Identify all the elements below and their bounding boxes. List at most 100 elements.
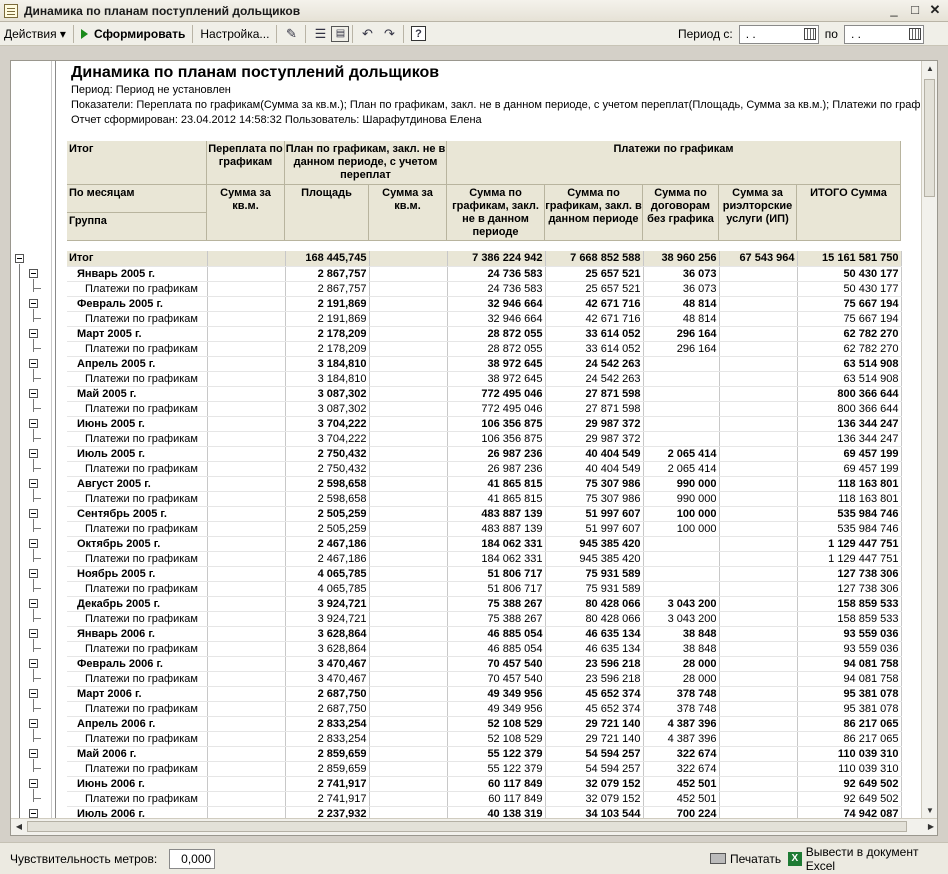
month-row[interactable]: Август 2005 г. 2 598,658 41 865 815 75 307 … (67, 476, 902, 492)
collapse-icon[interactable] (29, 629, 38, 638)
detail-row[interactable]: Платежи по графикам 4 065,785 51 806 717 75… (67, 581, 902, 597)
scroll-right-icon[interactable]: ▶ (923, 819, 937, 835)
detail-row[interactable]: Платежи по графикам 2 867,757 24 736 583 25… (67, 281, 902, 297)
print-button[interactable]: Печатать (710, 852, 781, 866)
excel-export-button[interactable]: X Вывести в документ Excel (788, 845, 948, 873)
month-row[interactable]: Июль 2005 г. 2 750,432 26 987 236 40 404 54… (67, 446, 902, 462)
month-row[interactable]: Январь 2006 г. 3 628,864 46 885 054 46 635 … (67, 626, 902, 642)
month-row[interactable]: Декабрь 2005 г. 3 924,721 75 388 267 80 428… (67, 596, 902, 612)
scroll-thumb[interactable] (27, 821, 907, 832)
detail-row[interactable]: Платежи по графикам 3 924,721 75 388 267 80… (67, 611, 902, 627)
table-cell: 51 806 717 (447, 581, 546, 597)
month-row[interactable]: Июнь 2006 г. 2 741,917 60 117 849 32 079 15… (67, 776, 902, 792)
month-row[interactable]: Май 2005 г. 3 087,302 772 495 046 27 871 59… (67, 386, 902, 402)
table-cell (207, 731, 286, 747)
month-row[interactable]: Февраль 2006 г. 3 470,467 70 457 540 23 596… (67, 656, 902, 672)
collapse-icon[interactable] (29, 479, 38, 488)
table-cell: 52 108 529 (447, 716, 546, 732)
month-row[interactable]: Март 2005 г. 2 178,209 28 872 055 33 614 05… (67, 326, 902, 342)
horizontal-scrollbar[interactable]: ◀ ▶ (11, 818, 937, 835)
table-cell (719, 506, 798, 522)
collapse-icon[interactable] (29, 359, 38, 368)
collapse-icon[interactable] (29, 599, 38, 608)
collapse-icon[interactable] (29, 659, 38, 668)
detail-row[interactable]: Платежи по графикам 2 741,917 60 117 849 32… (67, 791, 902, 807)
collapse-icon[interactable] (29, 389, 38, 398)
table-cell: 4 387 396 (643, 731, 720, 747)
generate-button[interactable]: Сформировать (77, 24, 189, 44)
total-row[interactable]: Итог 168 445,745 7 386 224 942 7 668 852 58… (67, 251, 902, 267)
table-cell: 800 366 644 (797, 401, 902, 417)
maximize-button[interactable]: □ (906, 2, 924, 19)
detail-row[interactable]: Платежи по графикам 2 833,254 52 108 529 29… (67, 731, 902, 747)
edit-icon[interactable]: ✎ (280, 24, 302, 44)
calendar-icon[interactable] (908, 28, 921, 40)
report-area[interactable]: Динамика по планам поступлений дольщиков… (10, 60, 938, 836)
detail-row[interactable]: Платежи по графикам 2 467,186 184 062 331 9… (67, 551, 902, 567)
table-cell (719, 311, 798, 327)
undo-icon[interactable]: ↶ (356, 24, 378, 44)
scroll-up-icon[interactable]: ▲ (922, 61, 937, 77)
table-cell: 127 738 306 (797, 566, 902, 582)
month-row[interactable]: Ноябрь 2005 г. 4 065,785 51 806 717 75 931 … (67, 566, 902, 582)
calendar-icon[interactable] (803, 28, 816, 40)
detail-row[interactable]: Платежи по графикам 3 704,222 106 356 875 2… (67, 431, 902, 447)
sensitivity-input[interactable]: 0,000 (169, 848, 216, 869)
month-row[interactable]: Март 2006 г. 2 687,750 49 349 956 45 652 37… (67, 686, 902, 702)
date-from-field[interactable]: . . (738, 24, 819, 44)
detail-row[interactable]: Платежи по графикам 3 184,810 38 972 645 24… (67, 371, 902, 387)
help-button[interactable]: ? (407, 24, 429, 44)
collapse-icon[interactable] (29, 539, 38, 548)
collapse-icon[interactable] (29, 299, 38, 308)
redo-icon[interactable]: ↷ (378, 24, 400, 44)
collapse-icon[interactable] (29, 809, 38, 818)
month-row[interactable]: Июнь 2005 г. 3 704,222 106 356 875 29 987 3… (67, 416, 902, 432)
actions-menu[interactable]: Действия ▾ (0, 24, 70, 44)
header-overpay: Переплата по графикам (207, 141, 285, 185)
detail-row[interactable]: Платежи по графикам 2 859,659 55 122 379 54… (67, 761, 902, 777)
detail-row[interactable]: Платежи по графикам 2 178,209 28 872 055 33… (67, 341, 902, 357)
collapse-icon[interactable] (29, 509, 38, 518)
detail-row[interactable]: Платежи по графикам 2 505,259 483 887 139 5… (67, 521, 902, 537)
collapse-icon[interactable] (29, 689, 38, 698)
tree-line (33, 348, 41, 349)
table-cell: Июнь 2005 г. (67, 416, 208, 432)
collapse-icon[interactable] (29, 779, 38, 788)
detail-row[interactable]: Платежи по графикам 2 598,658 41 865 815 75… (67, 491, 902, 507)
collapse-icon[interactable] (29, 569, 38, 578)
table-cell: 24 542 263 (545, 371, 644, 387)
month-row[interactable]: Октябрь 2005 г. 2 467,186 184 062 331 945 3… (67, 536, 902, 552)
close-button[interactable]: ✕ (926, 2, 944, 19)
table-icon[interactable]: ▤ (331, 25, 350, 42)
month-row[interactable]: Сентябрь 2005 г. 2 505,259 483 887 139 51 9… (67, 506, 902, 522)
collapse-icon[interactable] (15, 254, 24, 263)
detail-row[interactable]: Платежи по графикам 2 191,869 32 946 664 42… (67, 311, 902, 327)
detail-row[interactable]: Платежи по графикам 3 087,302 772 495 046 2… (67, 401, 902, 417)
collapse-icon[interactable] (29, 269, 38, 278)
scroll-thumb[interactable] (924, 79, 935, 197)
collapse-icon[interactable] (29, 449, 38, 458)
month-row[interactable]: Апрель 2006 г. 2 833,254 52 108 529 29 721 … (67, 716, 902, 732)
detail-row[interactable]: Платежи по графикам 3 470,467 70 457 540 23… (67, 671, 902, 687)
month-row[interactable]: Май 2006 г. 2 859,659 55 122 379 54 594 257… (67, 746, 902, 762)
vertical-scrollbar[interactable]: ▲ ▼ (921, 61, 937, 819)
date-to-field[interactable]: . . (843, 24, 924, 44)
table-cell (207, 641, 286, 657)
tree-icon[interactable]: ☰ (309, 24, 331, 44)
collapse-icon[interactable] (29, 329, 38, 338)
collapse-icon[interactable] (29, 749, 38, 758)
detail-row[interactable]: Платежи по графикам 2 687,750 49 349 956 45… (67, 701, 902, 717)
month-row[interactable]: Февраль 2005 г. 2 191,869 32 946 664 42 671… (67, 296, 902, 312)
month-row[interactable]: Январь 2005 г. 2 867,757 24 736 583 25 657 … (67, 266, 902, 282)
scroll-left-icon[interactable]: ◀ (11, 819, 27, 835)
collapse-icon[interactable] (29, 719, 38, 728)
minimize-button[interactable]: _ (885, 2, 903, 19)
month-row[interactable]: Апрель 2005 г. 3 184,810 38 972 645 24 542 … (67, 356, 902, 372)
detail-row[interactable]: Платежи по графикам 2 750,432 26 987 236 40… (67, 461, 902, 477)
settings-button[interactable]: Настройка... (196, 24, 273, 44)
tree-line (33, 549, 34, 562)
scroll-down-icon[interactable]: ▼ (922, 803, 937, 819)
collapse-icon[interactable] (29, 419, 38, 428)
tree-line (33, 558, 41, 559)
detail-row[interactable]: Платежи по графикам 3 628,864 46 885 054 46… (67, 641, 902, 657)
